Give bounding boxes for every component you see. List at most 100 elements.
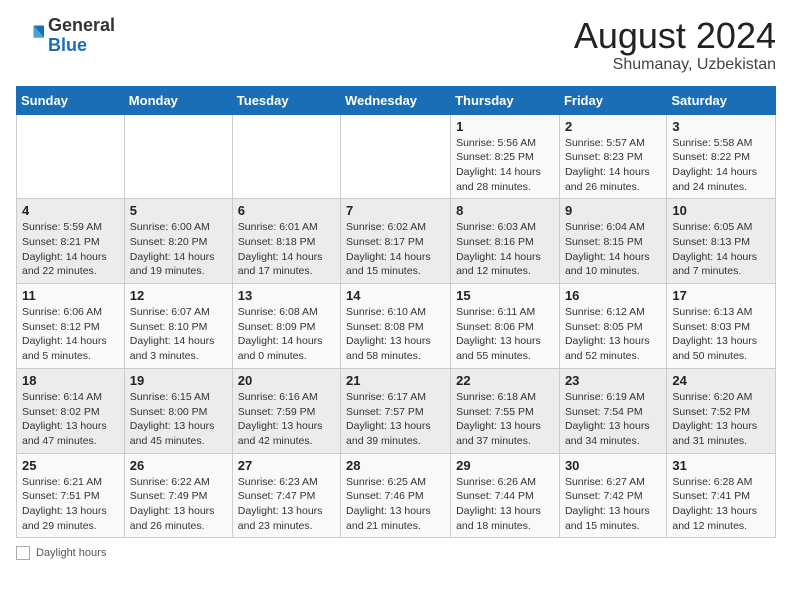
day-number: 22 bbox=[456, 373, 554, 388]
calendar-cell: 31 Sunrise: 6:28 AM Sunset: 7:41 PM Dayli… bbox=[667, 453, 776, 538]
day-info: Sunrise: 6:06 AM Sunset: 8:12 PM Dayligh… bbox=[22, 305, 119, 364]
month-year-title: August 2024 bbox=[574, 16, 776, 56]
calendar-cell: 24 Sunrise: 6:20 AM Sunset: 7:52 PM Dayli… bbox=[667, 368, 776, 453]
logo: General Blue bbox=[16, 16, 115, 56]
day-info: Sunrise: 6:17 AM Sunset: 7:57 PM Dayligh… bbox=[346, 390, 445, 449]
day-info: Sunrise: 5:57 AM Sunset: 8:23 PM Dayligh… bbox=[565, 136, 661, 195]
daylight-box bbox=[16, 546, 30, 560]
day-number: 3 bbox=[672, 119, 770, 134]
day-number: 19 bbox=[130, 373, 227, 388]
day-info: Sunrise: 6:07 AM Sunset: 8:10 PM Dayligh… bbox=[130, 305, 227, 364]
daylight-label: Daylight hours bbox=[36, 547, 106, 559]
calendar-cell: 11Sunrise: 6:06 AM Sunset: 8:12 PM Dayli… bbox=[17, 284, 125, 369]
logo-blue-text: Blue bbox=[48, 35, 87, 55]
page-header: General Blue August 2024 Shumanay, Uzbek… bbox=[16, 16, 776, 74]
day-number: 31 bbox=[672, 458, 770, 473]
calendar-cell: 22 Sunrise: 6:18 AM Sunset: 7:55 PM Dayli… bbox=[451, 368, 560, 453]
day-info: Sunrise: 6:19 AM Sunset: 7:54 PM Dayligh… bbox=[565, 390, 661, 449]
calendar-cell: 23 Sunrise: 6:19 AM Sunset: 7:54 PM Dayli… bbox=[559, 368, 666, 453]
day-number: 24 bbox=[672, 373, 770, 388]
day-info: Sunrise: 5:56 AM Sunset: 8:25 PM Dayligh… bbox=[456, 136, 554, 195]
day-info: Sunrise: 6:10 AM Sunset: 8:08 PM Dayligh… bbox=[346, 305, 445, 364]
calendar-cell: 30Sunrise: 6:27 AM Sunset: 7:42 PM Dayli… bbox=[559, 453, 666, 538]
day-info: Sunrise: 6:20 AM Sunset: 7:52 PM Dayligh… bbox=[672, 390, 770, 449]
day-info: Sunrise: 5:59 AM Sunset: 8:21 PM Dayligh… bbox=[22, 220, 119, 279]
calendar-cell: 18 Sunrise: 6:14 AM Sunset: 8:02 PM Dayli… bbox=[17, 368, 125, 453]
day-number: 9 bbox=[565, 203, 661, 218]
day-number: 14 bbox=[346, 288, 445, 303]
day-number: 23 bbox=[565, 373, 661, 388]
calendar-cell: 17Sunrise: 6:13 AM Sunset: 8:03 PM Dayli… bbox=[667, 284, 776, 369]
day-info: Sunrise: 6:28 AM Sunset: 7:41 PM Dayligh… bbox=[672, 475, 770, 534]
day-number: 7 bbox=[346, 203, 445, 218]
calendar-day-header: Sunday bbox=[17, 86, 125, 114]
calendar-cell: 20Sunrise: 6:16 AM Sunset: 7:59 PM Dayli… bbox=[232, 368, 340, 453]
day-info: Sunrise: 6:01 AM Sunset: 8:18 PM Dayligh… bbox=[238, 220, 335, 279]
day-number: 27 bbox=[238, 458, 335, 473]
day-info: Sunrise: 6:14 AM Sunset: 8:02 PM Dayligh… bbox=[22, 390, 119, 449]
title-block: August 2024 Shumanay, Uzbekistan bbox=[574, 16, 776, 74]
calendar-cell: 8Sunrise: 6:03 AM Sunset: 8:16 PM Daylig… bbox=[451, 199, 560, 284]
logo-general-text: General bbox=[48, 15, 115, 35]
calendar-cell: 19Sunrise: 6:15 AM Sunset: 8:00 PM Dayli… bbox=[124, 368, 232, 453]
day-number: 6 bbox=[238, 203, 335, 218]
day-info: Sunrise: 6:13 AM Sunset: 8:03 PM Dayligh… bbox=[672, 305, 770, 364]
day-info: Sunrise: 6:22 AM Sunset: 7:49 PM Dayligh… bbox=[130, 475, 227, 534]
day-info: Sunrise: 6:12 AM Sunset: 8:05 PM Dayligh… bbox=[565, 305, 661, 364]
day-info: Sunrise: 6:25 AM Sunset: 7:46 PM Dayligh… bbox=[346, 475, 445, 534]
calendar-footer: Daylight hours bbox=[16, 546, 776, 560]
day-number: 4 bbox=[22, 203, 119, 218]
calendar-cell: 12 Sunrise: 6:07 AM Sunset: 8:10 PM Dayli… bbox=[124, 284, 232, 369]
day-number: 18 bbox=[22, 373, 119, 388]
logo-icon bbox=[16, 22, 44, 50]
day-info: Sunrise: 6:00 AM Sunset: 8:20 PM Dayligh… bbox=[130, 220, 227, 279]
day-info: Sunrise: 6:16 AM Sunset: 7:59 PM Dayligh… bbox=[238, 390, 335, 449]
calendar-cell bbox=[341, 114, 451, 199]
day-info: Sunrise: 6:26 AM Sunset: 7:44 PM Dayligh… bbox=[456, 475, 554, 534]
day-number: 28 bbox=[346, 458, 445, 473]
calendar-header-row: SundayMondayTuesdayWednesdayThursdayFrid… bbox=[17, 86, 776, 114]
day-number: 12 bbox=[130, 288, 227, 303]
calendar-week-row: 11Sunrise: 6:06 AM Sunset: 8:12 PM Dayli… bbox=[17, 284, 776, 369]
calendar-cell: 9 Sunrise: 6:04 AM Sunset: 8:15 PM Daylig… bbox=[559, 199, 666, 284]
calendar-cell: 10Sunrise: 6:05 AM Sunset: 8:13 PM Dayli… bbox=[667, 199, 776, 284]
calendar-cell: 15Sunrise: 6:11 AM Sunset: 8:06 PM Dayli… bbox=[451, 284, 560, 369]
calendar-cell: 27 Sunrise: 6:23 AM Sunset: 7:47 PM Dayli… bbox=[232, 453, 340, 538]
day-number: 26 bbox=[130, 458, 227, 473]
day-info: Sunrise: 6:08 AM Sunset: 8:09 PM Dayligh… bbox=[238, 305, 335, 364]
calendar-cell: 2 Sunrise: 5:57 AM Sunset: 8:23 PM Daylig… bbox=[559, 114, 666, 199]
day-number: 1 bbox=[456, 119, 554, 134]
calendar-day-header: Tuesday bbox=[232, 86, 340, 114]
calendar-cell bbox=[124, 114, 232, 199]
calendar-week-row: 18 Sunrise: 6:14 AM Sunset: 8:02 PM Dayli… bbox=[17, 368, 776, 453]
day-number: 21 bbox=[346, 373, 445, 388]
day-number: 25 bbox=[22, 458, 119, 473]
calendar-cell: 1 Sunrise: 5:56 AM Sunset: 8:25 PM Daylig… bbox=[451, 114, 560, 199]
day-info: Sunrise: 6:11 AM Sunset: 8:06 PM Dayligh… bbox=[456, 305, 554, 364]
day-number: 13 bbox=[238, 288, 335, 303]
day-number: 16 bbox=[565, 288, 661, 303]
day-info: Sunrise: 5:58 AM Sunset: 8:22 PM Dayligh… bbox=[672, 136, 770, 195]
calendar-cell: 7Sunrise: 6:02 AM Sunset: 8:17 PM Daylig… bbox=[341, 199, 451, 284]
day-info: Sunrise: 6:04 AM Sunset: 8:15 PM Dayligh… bbox=[565, 220, 661, 279]
calendar-week-row: 4 Sunrise: 5:59 AM Sunset: 8:21 PM Daylig… bbox=[17, 199, 776, 284]
calendar-cell: 28 Sunrise: 6:25 AM Sunset: 7:46 PM Dayli… bbox=[341, 453, 451, 538]
day-info: Sunrise: 6:23 AM Sunset: 7:47 PM Dayligh… bbox=[238, 475, 335, 534]
calendar-cell: 21 Sunrise: 6:17 AM Sunset: 7:57 PM Dayli… bbox=[341, 368, 451, 453]
calendar-cell: 25 Sunrise: 6:21 AM Sunset: 7:51 PM Dayli… bbox=[17, 453, 125, 538]
calendar-day-header: Wednesday bbox=[341, 86, 451, 114]
calendar-cell: 3 Sunrise: 5:58 AM Sunset: 8:22 PM Daylig… bbox=[667, 114, 776, 199]
calendar-cell bbox=[232, 114, 340, 199]
day-number: 8 bbox=[456, 203, 554, 218]
day-info: Sunrise: 6:21 AM Sunset: 7:51 PM Dayligh… bbox=[22, 475, 119, 534]
calendar-day-header: Thursday bbox=[451, 86, 560, 114]
location-subtitle: Shumanay, Uzbekistan bbox=[574, 56, 776, 74]
calendar-cell: 13 Sunrise: 6:08 AM Sunset: 8:09 PM Dayli… bbox=[232, 284, 340, 369]
day-info: Sunrise: 6:18 AM Sunset: 7:55 PM Dayligh… bbox=[456, 390, 554, 449]
calendar-cell: 14 Sunrise: 6:10 AM Sunset: 8:08 PM Dayli… bbox=[341, 284, 451, 369]
day-number: 2 bbox=[565, 119, 661, 134]
calendar-cell: 29Sunrise: 6:26 AM Sunset: 7:44 PM Dayli… bbox=[451, 453, 560, 538]
calendar-day-header: Friday bbox=[559, 86, 666, 114]
calendar-day-header: Monday bbox=[124, 86, 232, 114]
calendar-week-row: 1 Sunrise: 5:56 AM Sunset: 8:25 PM Daylig… bbox=[17, 114, 776, 199]
